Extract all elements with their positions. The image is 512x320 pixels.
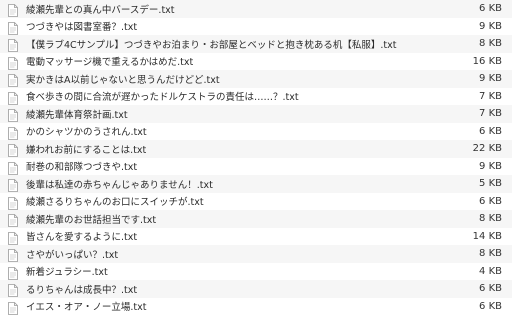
text-file-icon	[8, 300, 18, 315]
text-file-icon	[8, 142, 18, 158]
file-name: さやがいっぱい？.txt	[26, 249, 119, 261]
text-file-icon	[8, 212, 18, 228]
file-size: 6 KB	[479, 283, 502, 295]
file-name: 【僕ラブ4Cサンプル】つづきやお泊まり・お部屋とベッドと抱き枕ある机【私服】.t…	[26, 39, 397, 51]
file-size: 9 KB	[479, 20, 502, 32]
file-name: 綾瀬先輩との真ん中バースデー.txt	[26, 4, 175, 16]
file-size: 5 KB	[479, 178, 502, 190]
text-file-icon	[8, 247, 18, 263]
file-name: かのシャツかのうされん.txt	[26, 127, 147, 139]
file-row[interactable]: 綾瀬先輩のお世話担当です.txt 8 KB	[0, 210, 512, 228]
file-row[interactable]: 耐巻の和部隊つづきや.txt 9 KB	[0, 157, 512, 175]
text-file-icon	[8, 37, 18, 53]
file-row[interactable]: 食べ歩きの間に合流が遅かったドルケストラの責任は……？.txt 7 KB	[0, 87, 512, 105]
file-size: 8 KB	[479, 213, 502, 225]
file-size: 14 KB	[472, 230, 502, 242]
file-name: 綾瀬先輩のお世話担当です.txt	[26, 214, 157, 226]
file-name: 電動マッサージ機で重えるかはめだ.txt	[26, 57, 194, 69]
text-file-icon	[8, 90, 18, 105]
text-file-icon	[8, 230, 18, 245]
file-row[interactable]: イエス・オア・ノー立場.txt 6 KB	[0, 297, 512, 315]
file-size: 7 KB	[479, 90, 502, 102]
file-name: 耐巻の和部隊つづきや.txt	[26, 162, 138, 174]
file-size: 8 KB	[479, 248, 502, 260]
file-name: 実かきはA以前じゃないと思うんだけどど.txt	[26, 74, 220, 86]
file-name: 皆さんを愛するように.txt	[26, 232, 138, 244]
file-row[interactable]: つづきやは図書室番？.txt 9 KB	[0, 17, 512, 35]
text-file-icon	[8, 2, 18, 18]
file-row[interactable]: るりちゃんは成長中？.txt 6 KB	[0, 280, 512, 298]
file-size: 22 KB	[472, 143, 502, 155]
file-size: 8 KB	[479, 38, 502, 50]
file-row[interactable]: 後輩は私達の赤ちゃんじゃありません！.txt 5 KB	[0, 175, 512, 193]
file-size: 6 KB	[479, 125, 502, 137]
text-file-icon	[8, 55, 18, 70]
text-file-icon	[8, 195, 18, 210]
text-file-icon	[8, 125, 18, 140]
file-row[interactable]: 【僕ラブ4Cサンプル】つづきやお泊まり・お部屋とベッドと抱き枕ある机【私服】.t…	[0, 35, 512, 53]
file-row[interactable]: 電動マッサージ機で重えるかはめだ.txt 16 KB	[0, 52, 512, 70]
file-name: 綾瀬さるりちゃんのお口にスイッチが.txt	[26, 197, 204, 209]
file-row[interactable]: さやがいっぱい？.txt 8 KB	[0, 245, 512, 263]
file-size: 9 KB	[479, 73, 502, 85]
file-name: イエス・オア・ノー立場.txt	[26, 302, 147, 314]
text-file-icon	[8, 107, 18, 123]
file-size: 6 KB	[479, 300, 502, 312]
file-row[interactable]: 綾瀬先輩との真ん中バースデー.txt 6 KB	[0, 0, 512, 18]
file-size: 6 KB	[479, 3, 502, 15]
file-size: 9 KB	[479, 160, 502, 172]
file-size: 4 KB	[479, 265, 502, 277]
file-row[interactable]: 綾瀬さるりちゃんのお口にスイッチが.txt 6 KB	[0, 192, 512, 210]
file-row[interactable]: 綾瀬先輩体育祭計画.txt 7 KB	[0, 105, 512, 123]
file-size: 6 KB	[479, 195, 502, 207]
text-file-icon	[8, 72, 18, 88]
file-row[interactable]: 嫌われお前にすることは.txt 22 KB	[0, 140, 512, 158]
file-row[interactable]: 実かきはA以前じゃないと思うんだけどど.txt 9 KB	[0, 70, 512, 88]
file-name: 後輩は私達の赤ちゃんじゃありません！.txt	[26, 179, 213, 191]
file-name: 綾瀬先輩体育祭計画.txt	[26, 109, 128, 121]
text-file-icon	[8, 282, 18, 298]
file-name: 食べ歩きの間に合流が遅かったドルケストラの責任は……？.txt	[26, 92, 299, 104]
file-name: 嫌われお前にすることは.txt	[26, 144, 147, 156]
file-size: 7 KB	[479, 108, 502, 120]
file-name: るりちゃんは成長中？.txt	[26, 284, 138, 296]
text-file-icon	[8, 160, 18, 175]
file-list: 綾瀬先輩との真ん中バースデー.txt 6 KB つづきやは図書室番？.txt 9 KB…	[0, 0, 512, 320]
text-file-icon	[8, 20, 18, 35]
file-name: つづきやは図書室番？.txt	[26, 22, 138, 34]
file-row[interactable]: かのシャツかのうされん.txt 6 KB	[0, 122, 512, 140]
text-file-icon	[8, 177, 18, 193]
file-row[interactable]: 新着ジュラシー.txt 4 KB	[0, 262, 512, 280]
file-size: 16 KB	[472, 55, 502, 67]
text-file-icon	[8, 265, 18, 280]
file-name: 新着ジュラシー.txt	[26, 267, 108, 279]
file-row[interactable]: 皆さんを愛するように.txt 14 KB	[0, 227, 512, 245]
